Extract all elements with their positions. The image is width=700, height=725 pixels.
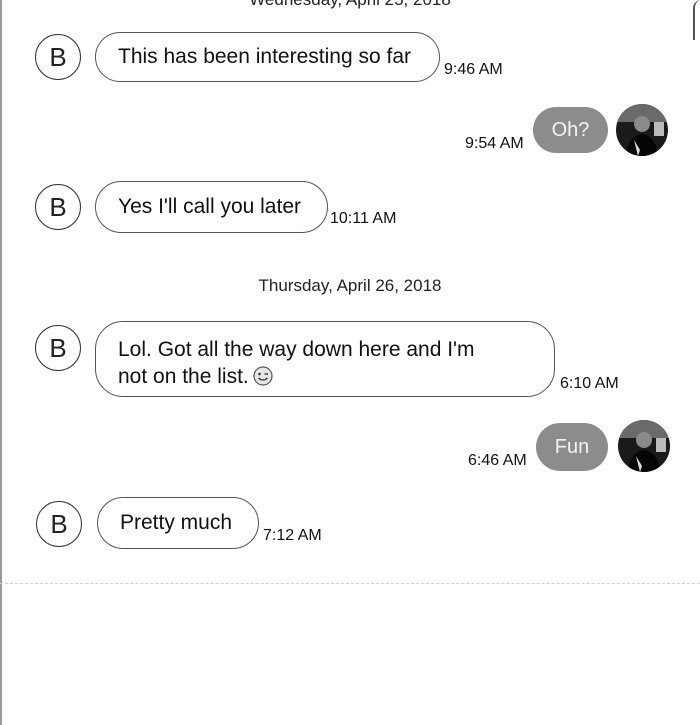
message-text: This has been interesting so far bbox=[118, 45, 411, 68]
message-timestamp: 7:12 AM bbox=[263, 527, 322, 544]
message-text-line: Lol. Got all the way down here and I'm bbox=[118, 338, 475, 361]
message-text-line: not on the list. bbox=[118, 363, 475, 390]
message-bubble-outgoing[interactable]: Oh? bbox=[533, 107, 608, 153]
message-bubble-incoming[interactable]: Yes I'll call you later bbox=[95, 181, 328, 233]
user-photo-icon bbox=[616, 104, 668, 156]
contact-avatar[interactable]: B bbox=[35, 325, 81, 371]
message-timestamp: 9:54 AM bbox=[465, 135, 524, 152]
winking-face-icon bbox=[253, 366, 273, 386]
message-text: Oh? bbox=[551, 118, 590, 141]
message-text: Pretty much bbox=[120, 511, 233, 534]
date-separator-top: Wednesday, April 25, 2018 bbox=[0, 0, 700, 10]
message-bubble-incoming[interactable]: Lol. Got all the way down here and I'm n… bbox=[95, 321, 555, 397]
message-timestamp: 6:46 AM bbox=[468, 452, 527, 469]
user-photo-icon bbox=[618, 420, 670, 472]
contact-avatar[interactable]: B bbox=[35, 34, 81, 80]
message-text: Lol. Got all the way down here and I'm n… bbox=[118, 336, 475, 390]
message-bubble-incoming[interactable]: Pretty much bbox=[97, 497, 259, 549]
message-text: Fun bbox=[554, 435, 590, 458]
message-bubble-outgoing[interactable]: Fun bbox=[536, 423, 608, 471]
user-avatar-photo[interactable] bbox=[618, 420, 670, 472]
divider bbox=[0, 583, 700, 584]
message-timestamp: 6:10 AM bbox=[560, 375, 619, 392]
user-avatar-photo[interactable] bbox=[616, 104, 668, 156]
page-edge-left bbox=[0, 0, 2, 725]
message-text: Yes I'll call you later bbox=[118, 195, 301, 218]
message-timestamp: 9:46 AM bbox=[444, 61, 503, 78]
message-bubble-incoming[interactable]: This has been interesting so far bbox=[95, 32, 440, 82]
message-timestamp: 10:11 AM bbox=[330, 210, 397, 227]
contact-avatar[interactable]: B bbox=[36, 501, 82, 547]
contact-avatar[interactable]: B bbox=[35, 184, 81, 230]
date-separator: Thursday, April 26, 2018 bbox=[258, 276, 442, 295]
